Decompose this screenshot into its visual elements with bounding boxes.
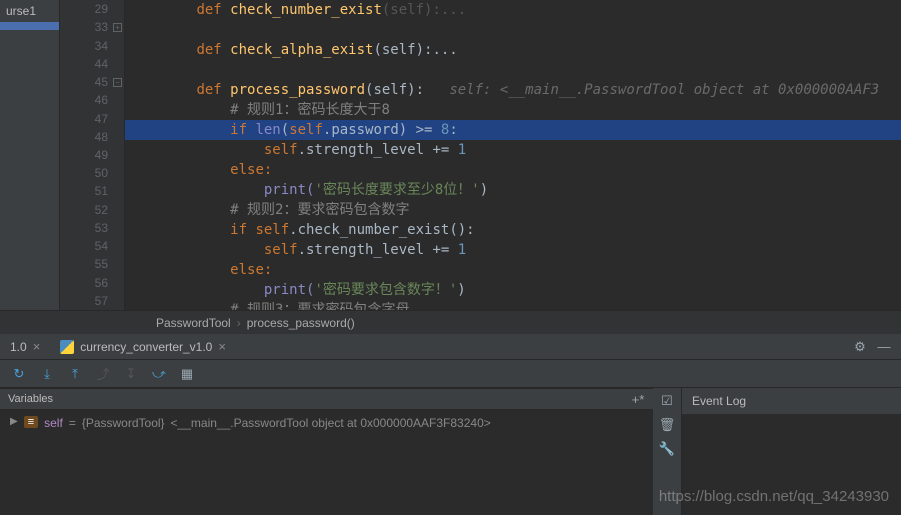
variable-badge: ≡ (24, 416, 38, 428)
line-number: 50 (60, 164, 124, 182)
run-cursor-icon: ↧ (124, 367, 138, 381)
tab-file[interactable]: currency_converter_v1.0× (50, 335, 236, 358)
line-number: 56 (60, 274, 124, 292)
project-sidebar[interactable]: urse1 (0, 0, 60, 310)
variables-body[interactable]: ▶ ≡ self = {PasswordTool} <__main__.Pass… (0, 410, 653, 515)
line-number: 53 (60, 219, 124, 237)
fold-icon[interactable]: − (113, 78, 122, 87)
line-number: 44 (60, 55, 124, 73)
minimize-icon[interactable]: — (877, 340, 891, 354)
close-icon[interactable]: × (33, 339, 41, 354)
wrench-icon[interactable]: 🔧 (660, 442, 674, 456)
line-number: 48 (60, 128, 124, 146)
variable-type: {PasswordTool} (82, 416, 165, 430)
step-out-icon: ⤴ (96, 367, 110, 381)
project-item[interactable]: urse1 (0, 0, 59, 22)
restart-icon[interactable]: ↻ (12, 367, 26, 381)
line-number: 33+ (60, 18, 124, 36)
line-number: 57 (60, 292, 124, 310)
step-into-icon[interactable]: ⤒ (68, 367, 82, 381)
debug-panel: Variables +* ▶ ≡ self = {PasswordTool} <… (0, 388, 653, 515)
variable-value: <__main__.PasswordTool object at 0x00000… (171, 416, 491, 430)
line-number: 47 (60, 109, 124, 127)
variable-name[interactable]: self (44, 416, 63, 430)
tool-tabs: 1.0× currency_converter_v1.0× ⚙ — (0, 334, 901, 360)
expand-icon[interactable]: ▶ (10, 416, 18, 427)
crumb-method[interactable]: process_password() (241, 316, 361, 330)
variables-header: Variables (8, 393, 53, 405)
add-watch-icon[interactable]: +* (631, 392, 645, 406)
line-number: 29 (60, 0, 124, 18)
tab-run-config[interactable]: 1.0× (0, 335, 50, 358)
gear-icon[interactable]: ⚙ (853, 340, 867, 354)
fold-icon[interactable]: + (113, 23, 122, 32)
line-gutter: 29 33+ 34 44 45− 46 47 48 49 50 51 52 53… (60, 0, 125, 310)
line-number: 46 (60, 91, 124, 109)
line-number: 52 (60, 201, 124, 219)
line-number: 54 (60, 237, 124, 255)
line-number: 34 (60, 36, 124, 54)
checkbox-icon[interactable]: ☑ (660, 394, 674, 408)
debug-toolbar: ↻ ⤓ ⤒ ⤴ ↧ ⤻ ▦ (0, 360, 901, 388)
python-icon (60, 340, 74, 354)
evaluate-icon[interactable]: ⤻ (152, 367, 166, 381)
project-item-selected[interactable] (0, 22, 59, 30)
close-icon[interactable]: × (218, 339, 226, 354)
calculator-icon[interactable]: ▦ (180, 367, 194, 381)
trash-icon[interactable]: 🗑 (660, 418, 674, 432)
line-number: 55 (60, 255, 124, 273)
event-log-header: Event Log (682, 388, 901, 414)
line-number: 45− (60, 73, 124, 91)
crumb-class[interactable]: PasswordTool (150, 316, 237, 330)
step-over-icon[interactable]: ⤓ (40, 367, 54, 381)
line-number: 51 (60, 182, 124, 200)
breadcrumb[interactable]: PasswordTool › process_password() (0, 310, 901, 334)
code-editor[interactable]: def check_number_exist(self):... def che… (125, 0, 901, 310)
watermark: https://blog.csdn.net/qq_34243930 (659, 488, 889, 505)
line-number: 49 (60, 146, 124, 164)
